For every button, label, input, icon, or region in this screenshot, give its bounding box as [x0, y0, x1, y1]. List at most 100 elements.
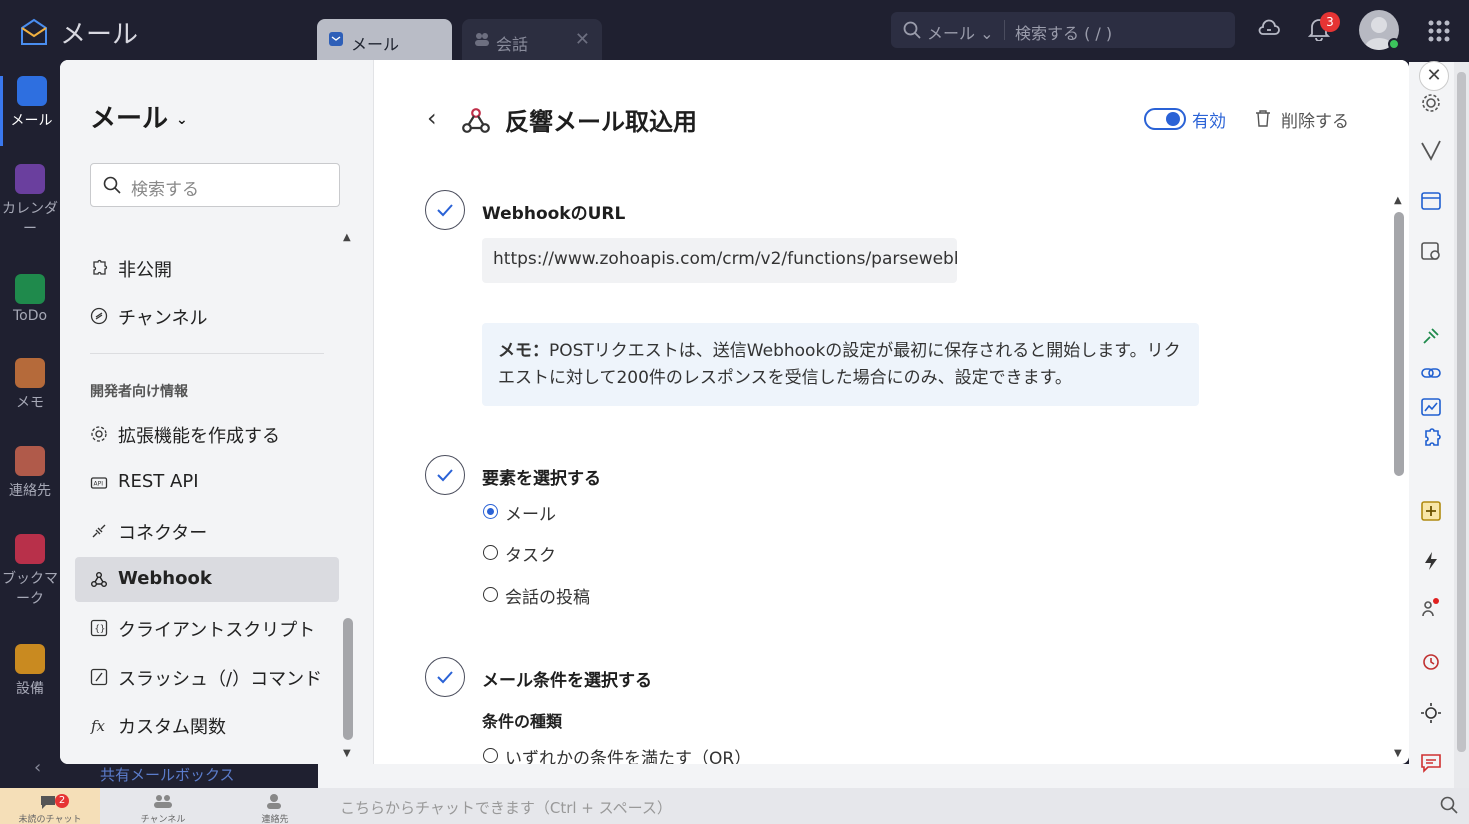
nav-equipment[interactable]: 設備	[0, 644, 60, 698]
sidebar-item-label: クライアントスクリプト	[118, 620, 316, 641]
sidebar-item-connector[interactable]: コネクター	[75, 508, 339, 553]
radio-mail[interactable]: メール	[483, 500, 556, 525]
condition-step-title: メール条件を選択する	[482, 671, 652, 691]
radio-task[interactable]: タスク	[483, 541, 556, 566]
nav-calendar[interactable]: カレンダー	[0, 164, 60, 238]
nav-mail-label: メール	[10, 113, 53, 129]
close-tab-icon[interactable]: ✕	[575, 29, 590, 50]
notes-icon	[15, 358, 45, 388]
tab-chat[interactable]: 会話 ✕	[462, 19, 602, 62]
search-scope-label: メール	[927, 24, 976, 43]
main-scroll-up-icon[interactable]: ▲	[1394, 195, 1402, 206]
nav-bookmarks[interactable]: ブックマーク	[0, 534, 60, 608]
checkmark-icon	[437, 204, 453, 217]
chat-input[interactable]: こちらからチャットできます（Ctrl + スペース）	[330, 792, 1430, 820]
shared-mailbox-strip[interactable]: 共有メールボックス	[60, 764, 318, 788]
top-bar: メール メール 会話 ✕ メール ⌄ 検索する ( / ) 3	[0, 0, 1469, 62]
toggle-label: 有効	[1192, 112, 1226, 132]
mail-logo-icon	[21, 18, 47, 45]
puzzle-icon[interactable]	[1420, 427, 1442, 449]
settings-gear-icon[interactable]	[1420, 92, 1442, 114]
sidebar-list: 非公開 チャンネル 開発者向け情報 拡張機能を作成する API REST API…	[75, 220, 340, 764]
close-modal-button[interactable]: ✕	[1419, 61, 1449, 91]
right-strip-scroll-thumb[interactable]	[1457, 72, 1466, 752]
sidebar-title-label: メール	[90, 104, 169, 134]
window-app-icon[interactable]	[1420, 190, 1442, 212]
nav-contacts[interactable]: 連絡先	[0, 446, 60, 500]
sidebar-item-webhook[interactable]: Webhook	[75, 557, 339, 602]
gear-extension-icon	[91, 426, 107, 442]
sidebar-item-label: カスタム関数	[118, 717, 226, 738]
checkmark-app-icon[interactable]	[1420, 139, 1442, 161]
calendar-clock-icon[interactable]	[1420, 240, 1442, 262]
channel-button[interactable]: チャンネル	[113, 788, 213, 824]
tab-mail[interactable]: メール	[317, 19, 452, 62]
nav-contacts-label: 連絡先	[9, 483, 51, 499]
bottom-bar: 2 未読のチャット チャンネル 連絡先 こちらからチャットできます（Ctrl +…	[0, 788, 1469, 824]
nav-notes[interactable]: メモ	[0, 358, 60, 412]
sidebar-item-custom-function[interactable]: fx カスタム関数	[75, 702, 339, 747]
sidebar-scroll-up-icon[interactable]: ▲	[343, 232, 351, 243]
online-status-icon	[1388, 38, 1400, 50]
unread-chat-button[interactable]: 2 未読のチャット	[0, 788, 100, 824]
sidebar-item-rest-api[interactable]: API REST API	[75, 460, 339, 505]
sidebar-scroll-down-icon[interactable]: ▼	[343, 748, 351, 759]
delete-label: 削除する	[1281, 112, 1349, 132]
checkmark-icon	[437, 469, 453, 482]
radio-label: 会話の投稿	[505, 588, 590, 608]
enable-toggle[interactable]	[1144, 108, 1186, 130]
bottom-search-icon[interactable]	[1440, 796, 1458, 814]
todo-check-icon	[15, 274, 45, 304]
contacts-label: 連絡先	[261, 815, 289, 824]
app-nav: メール カレンダー ToDo メモ 連絡先 ブックマーク 設備	[0, 62, 60, 788]
radio-condition-any[interactable]: いずれかの条件を満たす（OR）	[483, 744, 751, 764]
analytics-icon[interactable]	[1420, 396, 1442, 418]
webhook-url-field[interactable]: https://www.zohoapis.com/crm/v2/function…	[482, 238, 957, 283]
nav-mail[interactable]: メール	[0, 76, 60, 146]
shared-mailbox-label: 共有メールボックス	[100, 766, 235, 784]
delete-button[interactable]: 削除する	[1255, 107, 1349, 132]
sidebar-item-extensions[interactable]: 拡張機能を作成する	[75, 411, 339, 456]
back-arrow-icon[interactable]: ‹	[427, 104, 437, 132]
sidebar-item-private[interactable]: 非公開	[75, 245, 339, 290]
sidebar-title[interactable]: メール ⌄	[90, 98, 188, 135]
plug-icon[interactable]	[1420, 325, 1442, 347]
search-placeholder: 検索する ( / )	[1015, 24, 1113, 43]
chat-bubble-icon[interactable]	[1420, 752, 1442, 774]
calendar-icon	[15, 164, 45, 194]
global-search[interactable]: メール ⌄ 検索する ( / )	[891, 12, 1235, 48]
add-note-icon[interactable]	[1420, 500, 1442, 522]
radio-conversation-post[interactable]: 会話の投稿	[483, 583, 590, 608]
collapse-nav-icon[interactable]: ‹	[34, 757, 41, 778]
brightness-icon[interactable]	[1420, 702, 1442, 724]
sidebar-scroll-thumb[interactable]	[343, 618, 353, 740]
link-icon[interactable]	[1420, 362, 1442, 384]
sidebar-item-slash-command[interactable]: スラッシュ（/）コマンド	[75, 654, 339, 699]
cloud-sync-icon[interactable]	[1257, 17, 1281, 41]
nav-todo[interactable]: ToDo	[0, 274, 60, 324]
app-title: メール	[60, 20, 139, 50]
search-divider	[1004, 20, 1005, 40]
channel-label: チャンネル	[140, 815, 186, 824]
search-scope-dropdown[interactable]: メール ⌄	[927, 20, 994, 44]
lightning-icon[interactable]	[1420, 550, 1442, 572]
people-activity-icon[interactable]	[1420, 598, 1442, 620]
app-grid-icon[interactable]	[1428, 20, 1450, 42]
sidebar-item-client-script[interactable]: {} クライアントスクリプト	[75, 605, 339, 650]
alarm-clock-icon[interactable]	[1420, 650, 1442, 672]
webhook-detail: ‹ 反響メール取込用 有効 削除する WebhookのURL https://w…	[375, 60, 1409, 764]
sidebar-item-label: 拡張機能を作成する	[118, 426, 280, 447]
sidebar-section-developer: 開発者向け情報	[90, 384, 188, 400]
sidebar-item-label: REST API	[118, 471, 199, 492]
sidebar-item-channel[interactable]: チャンネル	[75, 293, 339, 338]
sidebar-search-input[interactable]: 検索する	[90, 163, 340, 207]
main-scroll-down-icon[interactable]: ▼	[1394, 748, 1402, 759]
code-braces-icon: {}	[90, 619, 108, 637]
sidebar-item-label: 非公開	[118, 260, 172, 281]
main-scroll-thumb[interactable]	[1394, 212, 1404, 476]
toggle-knob	[1166, 112, 1180, 126]
info-note: メモ：POSTリクエストは、送信Webhookの設定が最初に保存されると開始しま…	[482, 323, 1199, 406]
mail-tab-icon	[329, 32, 343, 46]
contacts-button[interactable]: 連絡先	[225, 788, 325, 824]
settings-modal: メール ⌄ 検索する 非公開 チャンネル 開発者向け情報 拡張機能を作成する AP…	[60, 60, 1409, 764]
